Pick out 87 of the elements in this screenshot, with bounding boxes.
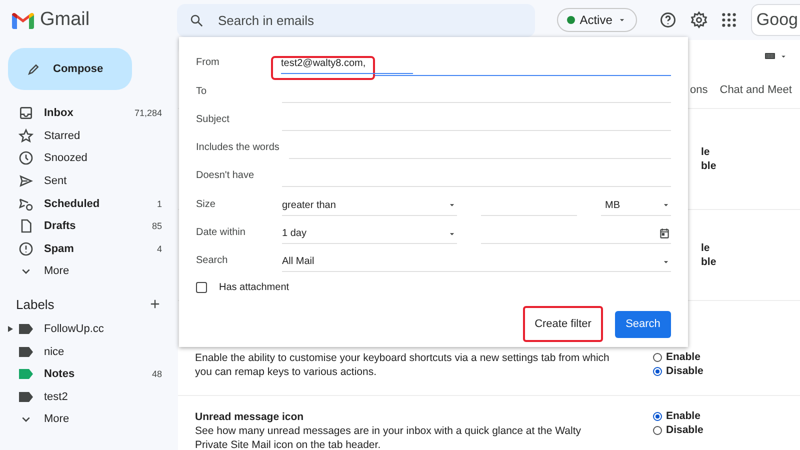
item-count: 48 — [152, 369, 162, 380]
search-button[interactable]: Search — [615, 310, 671, 338]
field-label: Subject — [196, 114, 230, 127]
nav-item[interactable]: Starred — [0, 124, 178, 148]
status-button[interactable]: Active — [556, 8, 638, 32]
labels-heading: Labels — [16, 296, 54, 312]
inbox-icon — [18, 105, 34, 122]
radio-button[interactable] — [653, 426, 662, 434]
label-name: nice — [44, 346, 66, 358]
field-label: To — [196, 86, 208, 99]
item-count: 71,284 — [134, 108, 162, 118]
app-name: Gmail — [40, 9, 90, 31]
apps-grid-icon[interactable] — [721, 12, 738, 28]
dropdown[interactable]: 1 day — [282, 224, 457, 244]
radio-button[interactable] — [653, 352, 662, 362]
search-field[interactable]: Search in emails — [176, 4, 535, 36]
nav-item[interactable]: Sent — [0, 170, 178, 192]
search-icon — [188, 12, 204, 28]
dropdown[interactable]: greater than — [282, 196, 457, 216]
nav-item[interactable]: Inbox 71,284 — [0, 102, 178, 125]
nav-label: Snoozed — [44, 152, 88, 164]
field-label: From — [196, 57, 220, 70]
radio-option[interactable]: Enable — [653, 351, 704, 363]
label-name: Notes — [44, 368, 76, 380]
label-item[interactable]: Notes 48 — [0, 362, 178, 386]
field-label: Doesn't have — [196, 170, 256, 184]
nav-item[interactable]: Drafts 85 — [0, 214, 178, 238]
dropdown[interactable]: MB — [601, 196, 671, 216]
setting-description: See how many unread messages are in your inbox with a quick glance at the Walty Private Site Mail icon on the tab header. — [195, 424, 582, 450]
calendar-icon — [658, 227, 671, 240]
radio-option[interactable]: Disable — [653, 365, 704, 377]
keyboard-icon — [763, 50, 777, 62]
expand-caret-icon[interactable] — [8, 326, 13, 332]
help-icon[interactable] — [659, 11, 678, 29]
settings-tab[interactable]: ons — [690, 84, 708, 96]
radio-option[interactable]: Enable — [653, 410, 704, 422]
nav-item[interactable]: Snoozed — [0, 147, 178, 170]
setting-title: Unread message icon — [195, 410, 305, 424]
item-count: 4 — [156, 244, 162, 254]
create-filter-button[interactable]: Create filter — [523, 306, 603, 342]
field-label: Date within — [196, 227, 246, 240]
text-field[interactable]: test2@walty8.com, — [281, 53, 413, 74]
item-count: 1 — [156, 198, 162, 209]
nav-item[interactable]: More — [0, 408, 178, 431]
setting-description: Enable the ability to customise your keyboard shortcuts via a new settings tab from which you can remap keys to various actions. — [195, 351, 610, 379]
nav-label: Scheduled — [44, 198, 101, 210]
nav-label: More — [44, 265, 70, 278]
gmail-logo-icon — [12, 12, 34, 28]
nav-label: Starred — [44, 130, 82, 142]
radio-button[interactable] — [653, 412, 662, 420]
scheduled-send-icon — [18, 196, 34, 212]
radio-option[interactable]: Disable — [653, 424, 704, 436]
option-label: le — [701, 242, 711, 254]
spam-icon — [18, 240, 34, 257]
checkbox[interactable] — [196, 282, 207, 293]
nav-label: Drafts — [44, 220, 77, 232]
nav-label: Inbox — [44, 107, 74, 120]
item-count: 85 — [152, 221, 162, 232]
field-label: Includes the words — [196, 142, 280, 156]
clock-icon — [18, 150, 34, 166]
label-name: test2 — [44, 390, 69, 403]
account-logo[interactable]: Goog — [751, 4, 800, 36]
label-item[interactable]: test2 — [0, 386, 178, 408]
nav-item[interactable]: More — [0, 260, 178, 283]
send-icon — [18, 173, 34, 190]
label-item[interactable]: FollowUp.cc — [0, 318, 178, 340]
nav-label: Spam — [44, 242, 75, 255]
nav-label: Sent — [44, 175, 68, 188]
radio-button[interactable] — [653, 366, 662, 376]
star-icon — [18, 128, 34, 144]
settings-tab[interactable]: Chat and Meet — [720, 84, 792, 96]
field-label: Size — [196, 198, 216, 212]
compose-button[interactable]: Compose — [8, 48, 132, 90]
field-label: Search — [196, 255, 229, 268]
dropdown[interactable]: All Mail — [282, 252, 671, 272]
settings-icon[interactable] — [690, 11, 708, 29]
nav-label: More — [44, 413, 70, 426]
nav-item[interactable]: Scheduled 1 — [0, 192, 178, 215]
search-input[interactable]: Search in emails — [216, 12, 520, 28]
option-label: ble — [701, 160, 716, 172]
checkbox-label: Has attachment — [219, 282, 290, 293]
nav-item[interactable]: Spam 4 — [0, 238, 178, 260]
pencil-icon — [26, 62, 41, 76]
label-item[interactable]: nice — [0, 340, 178, 363]
label-name: FollowUp.cc — [44, 323, 105, 336]
option-label: ble — [701, 256, 716, 268]
option-label: le — [701, 146, 711, 158]
